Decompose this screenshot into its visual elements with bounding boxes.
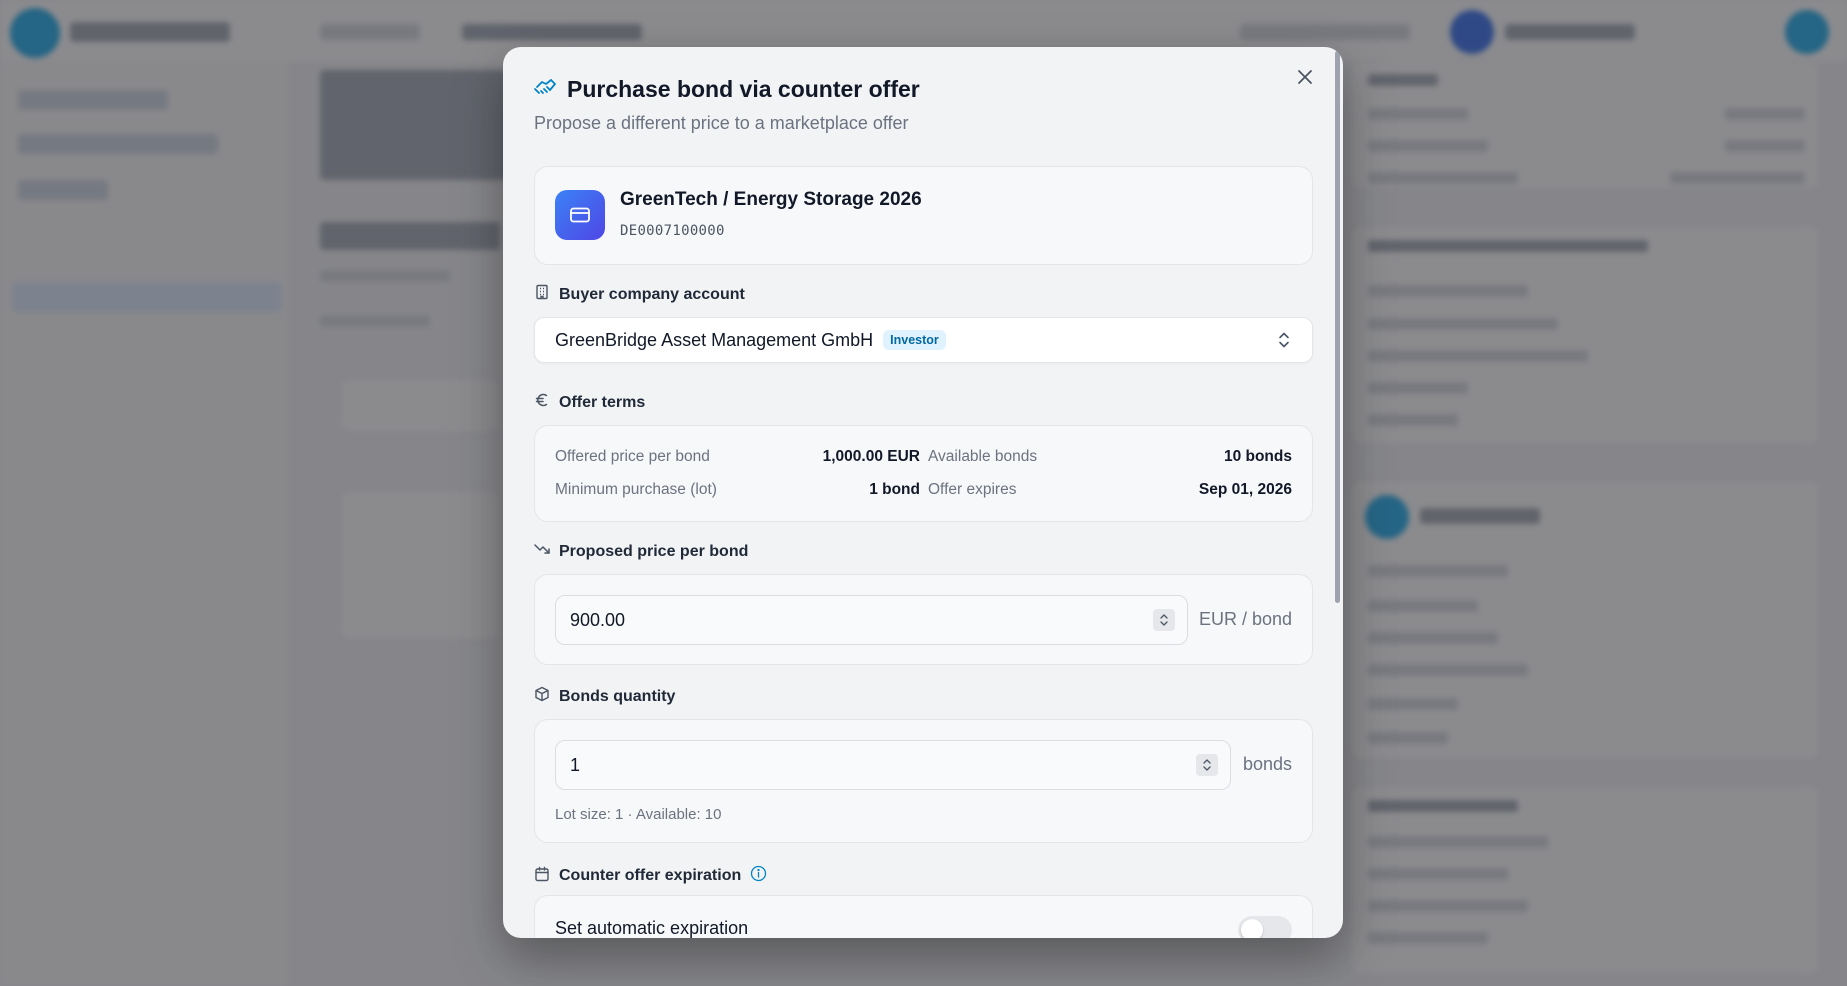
quantity-label: Bonds quantity — [559, 687, 676, 705]
term-label: Offer expires — [928, 481, 1017, 498]
auto-expiration-label: Set automatic expiration — [555, 918, 749, 938]
quantity-hint: Lot size: 1 · Available: 10 — [555, 806, 722, 823]
scrollbar-thumb[interactable] — [1335, 51, 1340, 603]
term-label: Minimum purchase (lot) — [555, 481, 717, 498]
bond-isin: DE0007100000 — [620, 223, 725, 239]
buyer-company-value: GreenBridge Asset Management GmbH — [555, 329, 874, 350]
term-value: 10 bonds — [1223, 448, 1292, 465]
investor-badge: Investor — [883, 330, 946, 350]
term-value: 1 bond — [869, 481, 920, 498]
bond-summary-card: GreenTech / Energy Storage 2026 DE000710… — [534, 166, 1313, 265]
term-label: Offered price per bond — [555, 448, 710, 465]
auto-expiration-toggle[interactable] — [1238, 916, 1292, 938]
bonds-quantity-input[interactable]: 1 — [555, 740, 1231, 790]
chevron-up-down-icon — [1276, 331, 1292, 354]
close-icon — [1297, 69, 1313, 90]
dialog-title: Purchase bond via counter offer — [567, 76, 920, 102]
trending-down-icon — [534, 541, 550, 562]
bond-name: GreenTech / Energy Storage 2026 — [620, 189, 922, 210]
price-label: Proposed price per bond — [559, 542, 749, 560]
building-icon — [534, 284, 550, 305]
euro-icon — [534, 392, 550, 413]
price-card: 900.00 EUR / bond — [534, 574, 1313, 665]
expiration-section-label: Counter offer expiration — [534, 865, 767, 887]
calendar-icon — [534, 866, 550, 887]
price-unit: EUR / bond — [1198, 609, 1292, 629]
expiration-card: Set automatic expiration — [534, 895, 1313, 938]
proposed-price-input[interactable]: 900.00 — [555, 595, 1188, 645]
proposed-price-value: 900.00 — [570, 609, 626, 630]
term-value: 1,000.00 EUR — [822, 448, 920, 465]
term-value: Sep 01, 2026 — [1198, 481, 1292, 498]
buyer-company-select[interactable]: GreenBridge Asset Management GmbH Invest… — [534, 317, 1313, 363]
quantity-unit: bonds — [1242, 754, 1292, 774]
toggle-knob — [1241, 919, 1263, 938]
dialog-header: Purchase bond via counter offer — [533, 75, 920, 104]
credit-card-icon — [555, 190, 605, 240]
dialog-subtitle: Propose a different price to a marketpla… — [534, 113, 909, 133]
offer-terms-card: Offered price per bond 1,000.00 EUR Avai… — [534, 425, 1313, 522]
buyer-section-label: Buyer company account — [534, 284, 745, 305]
terms-section-label: Offer terms — [534, 392, 645, 413]
package-icon — [534, 686, 550, 707]
counter-offer-dialog: Purchase bond via counter offer Propose … — [503, 47, 1343, 938]
price-stepper[interactable] — [1153, 609, 1175, 631]
quantity-card: 1 bonds Lot size: 1 · Available: 10 — [534, 719, 1313, 843]
expiration-label: Counter offer expiration — [559, 867, 742, 884]
buyer-label: Buyer company account — [559, 285, 745, 303]
term-label: Available bonds — [928, 448, 1038, 465]
bonds-quantity-value: 1 — [570, 754, 581, 775]
info-icon[interactable] — [750, 865, 767, 887]
quantity-section-label: Bonds quantity — [534, 686, 675, 707]
handshake-icon — [533, 75, 557, 104]
price-section-label: Proposed price per bond — [534, 541, 748, 562]
close-button[interactable] — [1291, 65, 1319, 93]
terms-label: Offer terms — [559, 393, 646, 411]
quantity-stepper[interactable] — [1196, 754, 1218, 776]
